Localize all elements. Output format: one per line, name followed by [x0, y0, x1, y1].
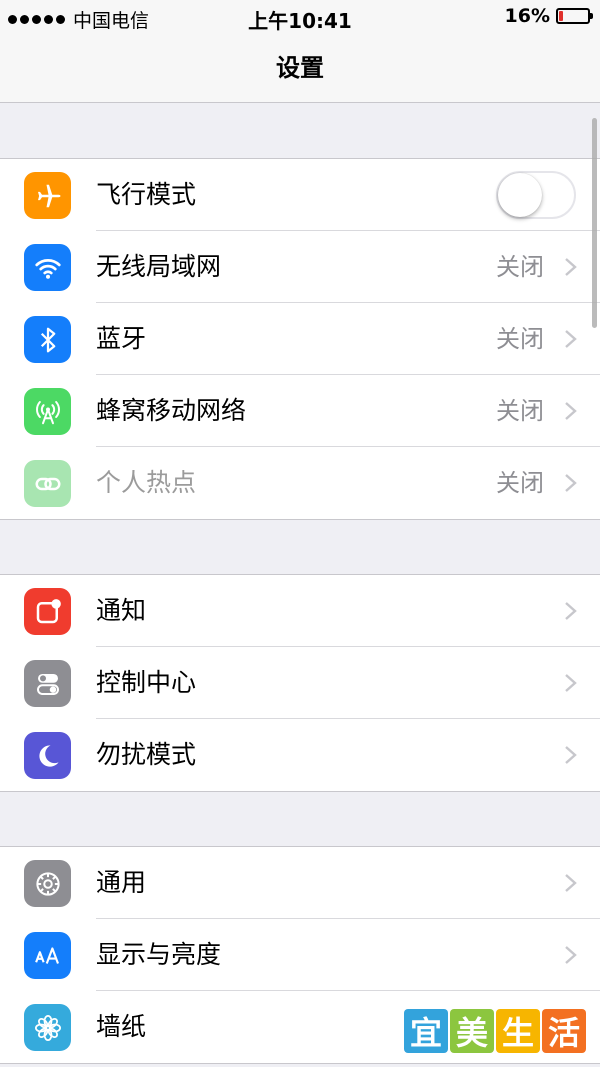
row-label: 显示与亮度 [96, 940, 222, 969]
toggle-knob [498, 173, 542, 217]
watermark-char: 美 [450, 1009, 494, 1053]
flower-icon [24, 1004, 71, 1051]
status-right: 16% [504, 5, 593, 27]
row-label: 飞行模式 [96, 180, 197, 209]
row-value: 关闭 [496, 397, 544, 425]
battery-percent: 16% [504, 5, 550, 27]
status-bar: 中国电信 上午10:41 16% [0, 0, 600, 34]
control-center-icon [24, 660, 71, 707]
settings-row-bluetooth[interactable]: 蓝牙 关闭 [0, 303, 600, 375]
settings-row-wifi[interactable]: 无线局域网 关闭 [0, 231, 600, 303]
chevron-right-icon [565, 258, 577, 276]
text-size-icon [24, 932, 71, 979]
bluetooth-icon [24, 316, 71, 363]
scroll-indicator [592, 118, 597, 328]
settings-row-do-not-disturb[interactable]: 勿扰模式 [0, 719, 600, 791]
row-value: 关闭 [496, 469, 544, 497]
chevron-right-icon [565, 402, 577, 420]
notifications-icon [24, 588, 71, 635]
watermark-char: 活 [542, 1009, 586, 1053]
settings-group-notifications: 通知 控制中心 勿扰模式 [0, 574, 600, 792]
watermark-char: 宜 [404, 1009, 448, 1053]
row-label: 个人热点 [96, 468, 197, 497]
battery-icon [556, 8, 593, 24]
settings-row-general[interactable]: 通用 [0, 847, 600, 919]
settings-row-airplane-mode[interactable]: 飞行模式 [0, 159, 600, 231]
row-value: 关闭 [496, 325, 544, 353]
watermark-logo: 宜 美 生 活 [404, 1009, 586, 1053]
watermark-char: 生 [496, 1009, 540, 1053]
chevron-right-icon [565, 746, 577, 764]
settings-row-cellular[interactable]: 蜂窝移动网络 关闭 [0, 375, 600, 447]
chevron-right-icon [565, 946, 577, 964]
airplane-icon [24, 172, 71, 219]
settings-row-personal-hotspot[interactable]: 个人热点 关闭 [0, 447, 600, 519]
row-label: 控制中心 [96, 668, 197, 697]
airplane-mode-toggle[interactable] [496, 171, 576, 219]
settings-row-display-brightness[interactable]: 显示与亮度 [0, 919, 600, 991]
gear-icon [24, 860, 71, 907]
chevron-right-icon [565, 602, 577, 620]
row-label: 通用 [96, 868, 147, 897]
chevron-right-icon [565, 874, 577, 892]
navigation-bar: 设置 [0, 34, 600, 103]
settings-group-connectivity: 飞行模式 无线局域网 关闭 蓝牙 关闭 蜂窝移动网络 关闭 个人热点 关闭 [0, 158, 600, 520]
hotspot-icon [24, 460, 71, 507]
wifi-icon [24, 244, 71, 291]
row-label: 蓝牙 [96, 324, 147, 353]
moon-icon [24, 732, 71, 779]
row-label: 通知 [96, 596, 147, 625]
chevron-right-icon [565, 330, 577, 348]
page-title: 设置 [276, 54, 324, 82]
settings-row-control-center[interactable]: 控制中心 [0, 647, 600, 719]
cellular-antenna-icon [24, 388, 71, 435]
row-value: 关闭 [496, 253, 544, 281]
row-label: 蜂窝移动网络 [96, 396, 247, 425]
chevron-right-icon [565, 474, 577, 492]
chevron-right-icon [565, 674, 577, 692]
row-label: 无线局域网 [96, 252, 222, 281]
row-label: 勿扰模式 [96, 740, 197, 769]
row-label: 墙纸 [96, 1012, 147, 1041]
settings-row-notifications[interactable]: 通知 [0, 575, 600, 647]
